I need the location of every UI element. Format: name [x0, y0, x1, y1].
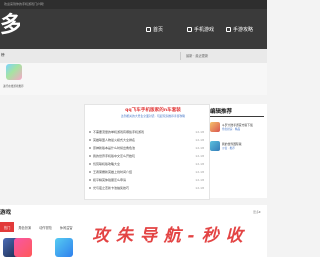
list-item-date: 12-18	[195, 170, 204, 174]
tab-hot[interactable]: 热门	[0, 222, 15, 232]
divider	[180, 52, 181, 60]
list-item-title: 光与夜之恋新卡池抽奖技巧	[93, 186, 130, 190]
bullet-icon	[89, 163, 91, 166]
list-item[interactable]: 我的世界手机版中文怎么开始玩 12-18	[89, 153, 207, 161]
featured-game-label[interactable]: 进行在线游戏推荐	[3, 84, 24, 88]
news-list: 不需要流量的单机游戏有哪些手机游戏 12-18 英雄联盟人物最火模式大全排名 12-…	[89, 129, 207, 193]
nav-guides-label: 手游攻略	[233, 26, 254, 33]
list-item-date: 12-18	[195, 186, 204, 190]
game-thumbnail	[210, 141, 220, 151]
bullet-icon	[89, 139, 91, 142]
recommend-item[interactable]: 我的世界国际版 沙盒 · 推荐	[210, 141, 264, 153]
home-icon	[146, 26, 151, 32]
list-item-date: 12-18	[195, 138, 204, 142]
list-item[interactable]: 和平精英体验服怎么申请 12-18	[89, 177, 207, 185]
bullet-icon	[89, 171, 91, 174]
recommend-item-meta: 角色扮演 · 精品	[222, 128, 241, 131]
list-item[interactable]: 原神新版本是什么时候出角色池 12-18	[89, 145, 207, 153]
book-icon	[226, 26, 231, 32]
top-bar: 欢迎来到你的手机游戏门户网！	[0, 0, 267, 9]
recommend-item[interactable]: 斗罗大陆手游官方版下载 角色扮演 · 精品	[210, 122, 264, 134]
nav-home[interactable]: 首页	[146, 23, 163, 35]
bullet-icon	[89, 155, 91, 158]
recommend-item-meta: 沙盒 · 推荐	[222, 147, 235, 150]
game-thumbnail	[210, 122, 220, 132]
headline-subline[interactable]: 达到相关的大男生全面对话 · 玩起玩家推荐手游攻略	[118, 114, 188, 118]
featured-game-thumbnail[interactable]	[6, 64, 22, 80]
list-item-title: 原神新版本是什么时候出角色池	[93, 146, 136, 150]
list-item-title: 王者荣耀新英雄上线时间介绍	[93, 170, 133, 174]
list-item-title: 英雄联盟人物最火模式大全排名	[93, 138, 136, 142]
list-item-date: 12-18	[195, 162, 204, 166]
tab-action[interactable]: 动作冒险	[35, 222, 56, 232]
chevron-right-icon[interactable]	[259, 211, 261, 213]
list-item-title: 和平精英体验服怎么申请	[93, 178, 127, 182]
nav-mobile-games-label: 手机游戏	[194, 26, 215, 33]
sub-bar: 榜 最新 · 最近更新	[0, 49, 267, 63]
bullet-icon	[89, 147, 91, 150]
editor-picks-title: 编辑推荐	[210, 109, 233, 115]
bullet-icon	[89, 187, 91, 190]
watermark-text: 攻 朱 导 航 - 秒 收	[92, 226, 244, 246]
list-item-title: 饥荒联机版攻略大全	[93, 162, 121, 166]
list-item[interactable]: 王者荣耀新英雄上线时间介绍 12-18	[89, 169, 207, 177]
list-item-date: 12-18	[195, 130, 204, 134]
site-logo[interactable]: 多	[0, 11, 20, 39]
bullet-icon	[89, 179, 91, 182]
site-header: 多 首页 手机游戏 手游攻略	[0, 9, 267, 49]
list-item[interactable]: 英雄联盟人物最火模式大全排名 12-18	[89, 137, 207, 145]
game-tile[interactable]	[14, 238, 32, 257]
headline-link[interactable]: qq飞车手机版家的n车套装	[118, 107, 188, 113]
nav-mobile-games[interactable]: 手机游戏	[187, 23, 214, 35]
list-item-date: 12-18	[195, 146, 204, 150]
game-tile[interactable]	[55, 238, 73, 257]
welcome-text: 欢迎来到你的手机游戏门户网！	[4, 2, 47, 6]
tab-rpg[interactable]: 角色扮演	[14, 222, 35, 232]
gamepad-icon	[187, 26, 192, 32]
nav-home-label: 首页	[153, 26, 164, 33]
list-item-date: 12-18	[195, 154, 204, 158]
latest-label[interactable]: 最新 · 最近更新	[186, 53, 208, 58]
nav-guides[interactable]: 手游攻略	[226, 23, 253, 35]
divider	[210, 116, 264, 117]
list-item[interactable]: 光与夜之恋新卡池抽奖技巧 12-18	[89, 185, 207, 193]
list-item[interactable]: 饥荒联机版攻略大全 12-18	[89, 161, 207, 169]
featured-strip	[0, 63, 267, 95]
bullet-icon	[89, 131, 91, 134]
ranking-label[interactable]: 榜	[1, 53, 5, 58]
tab-casual[interactable]: 休闲益智	[56, 222, 77, 232]
list-item-title: 不需要流量的单机游戏有哪些手机游戏	[93, 130, 145, 134]
list-item[interactable]: 不需要流量的单机游戏有哪些手机游戏 12-18	[89, 129, 207, 137]
list-item-date: 12-18	[195, 178, 204, 182]
list-item-title: 我的世界手机版中文怎么开始玩	[93, 154, 136, 158]
games-section-title: 游戏	[0, 210, 12, 216]
